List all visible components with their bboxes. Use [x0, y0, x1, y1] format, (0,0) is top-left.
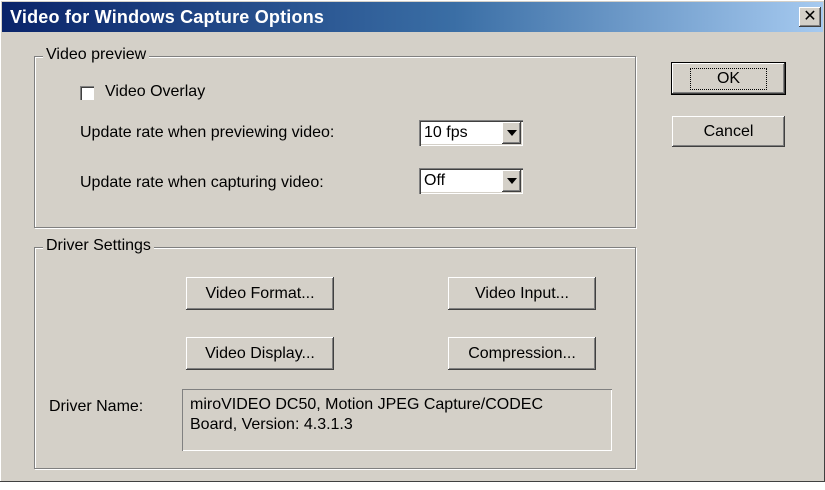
- ok-button[interactable]: OK: [672, 63, 785, 94]
- video-overlay-checkbox[interactable]: [80, 86, 94, 100]
- preview-rate-label: Update rate when previewing video:: [80, 124, 335, 141]
- driver-settings-group: Driver Settings Video Format... Video In…: [34, 237, 636, 469]
- compression-label: Compression...: [468, 344, 576, 362]
- close-icon: ✕: [803, 8, 817, 25]
- video-overlay-label[interactable]: Video Overlay: [105, 83, 205, 101]
- capture-rate-label: Update rate when capturing video:: [80, 174, 324, 191]
- video-format-label: Video Format...: [205, 284, 315, 302]
- window-title: Video for Windows Capture Options: [10, 7, 325, 27]
- ok-label: OK: [689, 67, 768, 90]
- preview-rate-value: 10 fps: [424, 124, 468, 141]
- compression-button[interactable]: Compression...: [448, 337, 596, 370]
- capture-rate-select[interactable]: Off: [419, 168, 523, 194]
- chevron-down-icon[interactable]: [502, 122, 521, 144]
- cancel-label: Cancel: [703, 122, 754, 140]
- driver-name-label: Driver Name:: [49, 398, 144, 415]
- video-preview-group: Video preview Video Overlay Update rate …: [34, 46, 636, 228]
- video-preview-legend: Video preview: [43, 46, 150, 64]
- title-bar[interactable]: Video for Windows Capture Options ✕: [2, 2, 823, 32]
- capture-options-dialog: Video for Windows Capture Options ✕ Vide…: [0, 0, 825, 482]
- driver-name-value: miroVIDEO DC50, Motion JPEG Capture/CODE…: [182, 389, 612, 451]
- preview-rate-select[interactable]: 10 fps: [419, 120, 523, 146]
- video-input-button[interactable]: Video Input...: [448, 277, 596, 310]
- driver-name-line-2: Board, Version: 4.3.1.3: [190, 416, 353, 433]
- capture-rate-value: Off: [424, 172, 446, 189]
- driver-settings-legend: Driver Settings: [43, 237, 154, 255]
- video-format-button[interactable]: Video Format...: [186, 277, 334, 310]
- driver-name-line-1: miroVIDEO DC50, Motion JPEG Capture/CODE…: [190, 396, 543, 413]
- video-display-label: Video Display...: [205, 344, 315, 362]
- chevron-down-icon[interactable]: [502, 170, 521, 192]
- close-button[interactable]: ✕: [799, 7, 821, 27]
- cancel-button[interactable]: Cancel: [672, 116, 785, 147]
- video-display-button[interactable]: Video Display...: [186, 337, 334, 370]
- video-input-label: Video Input...: [475, 284, 569, 302]
